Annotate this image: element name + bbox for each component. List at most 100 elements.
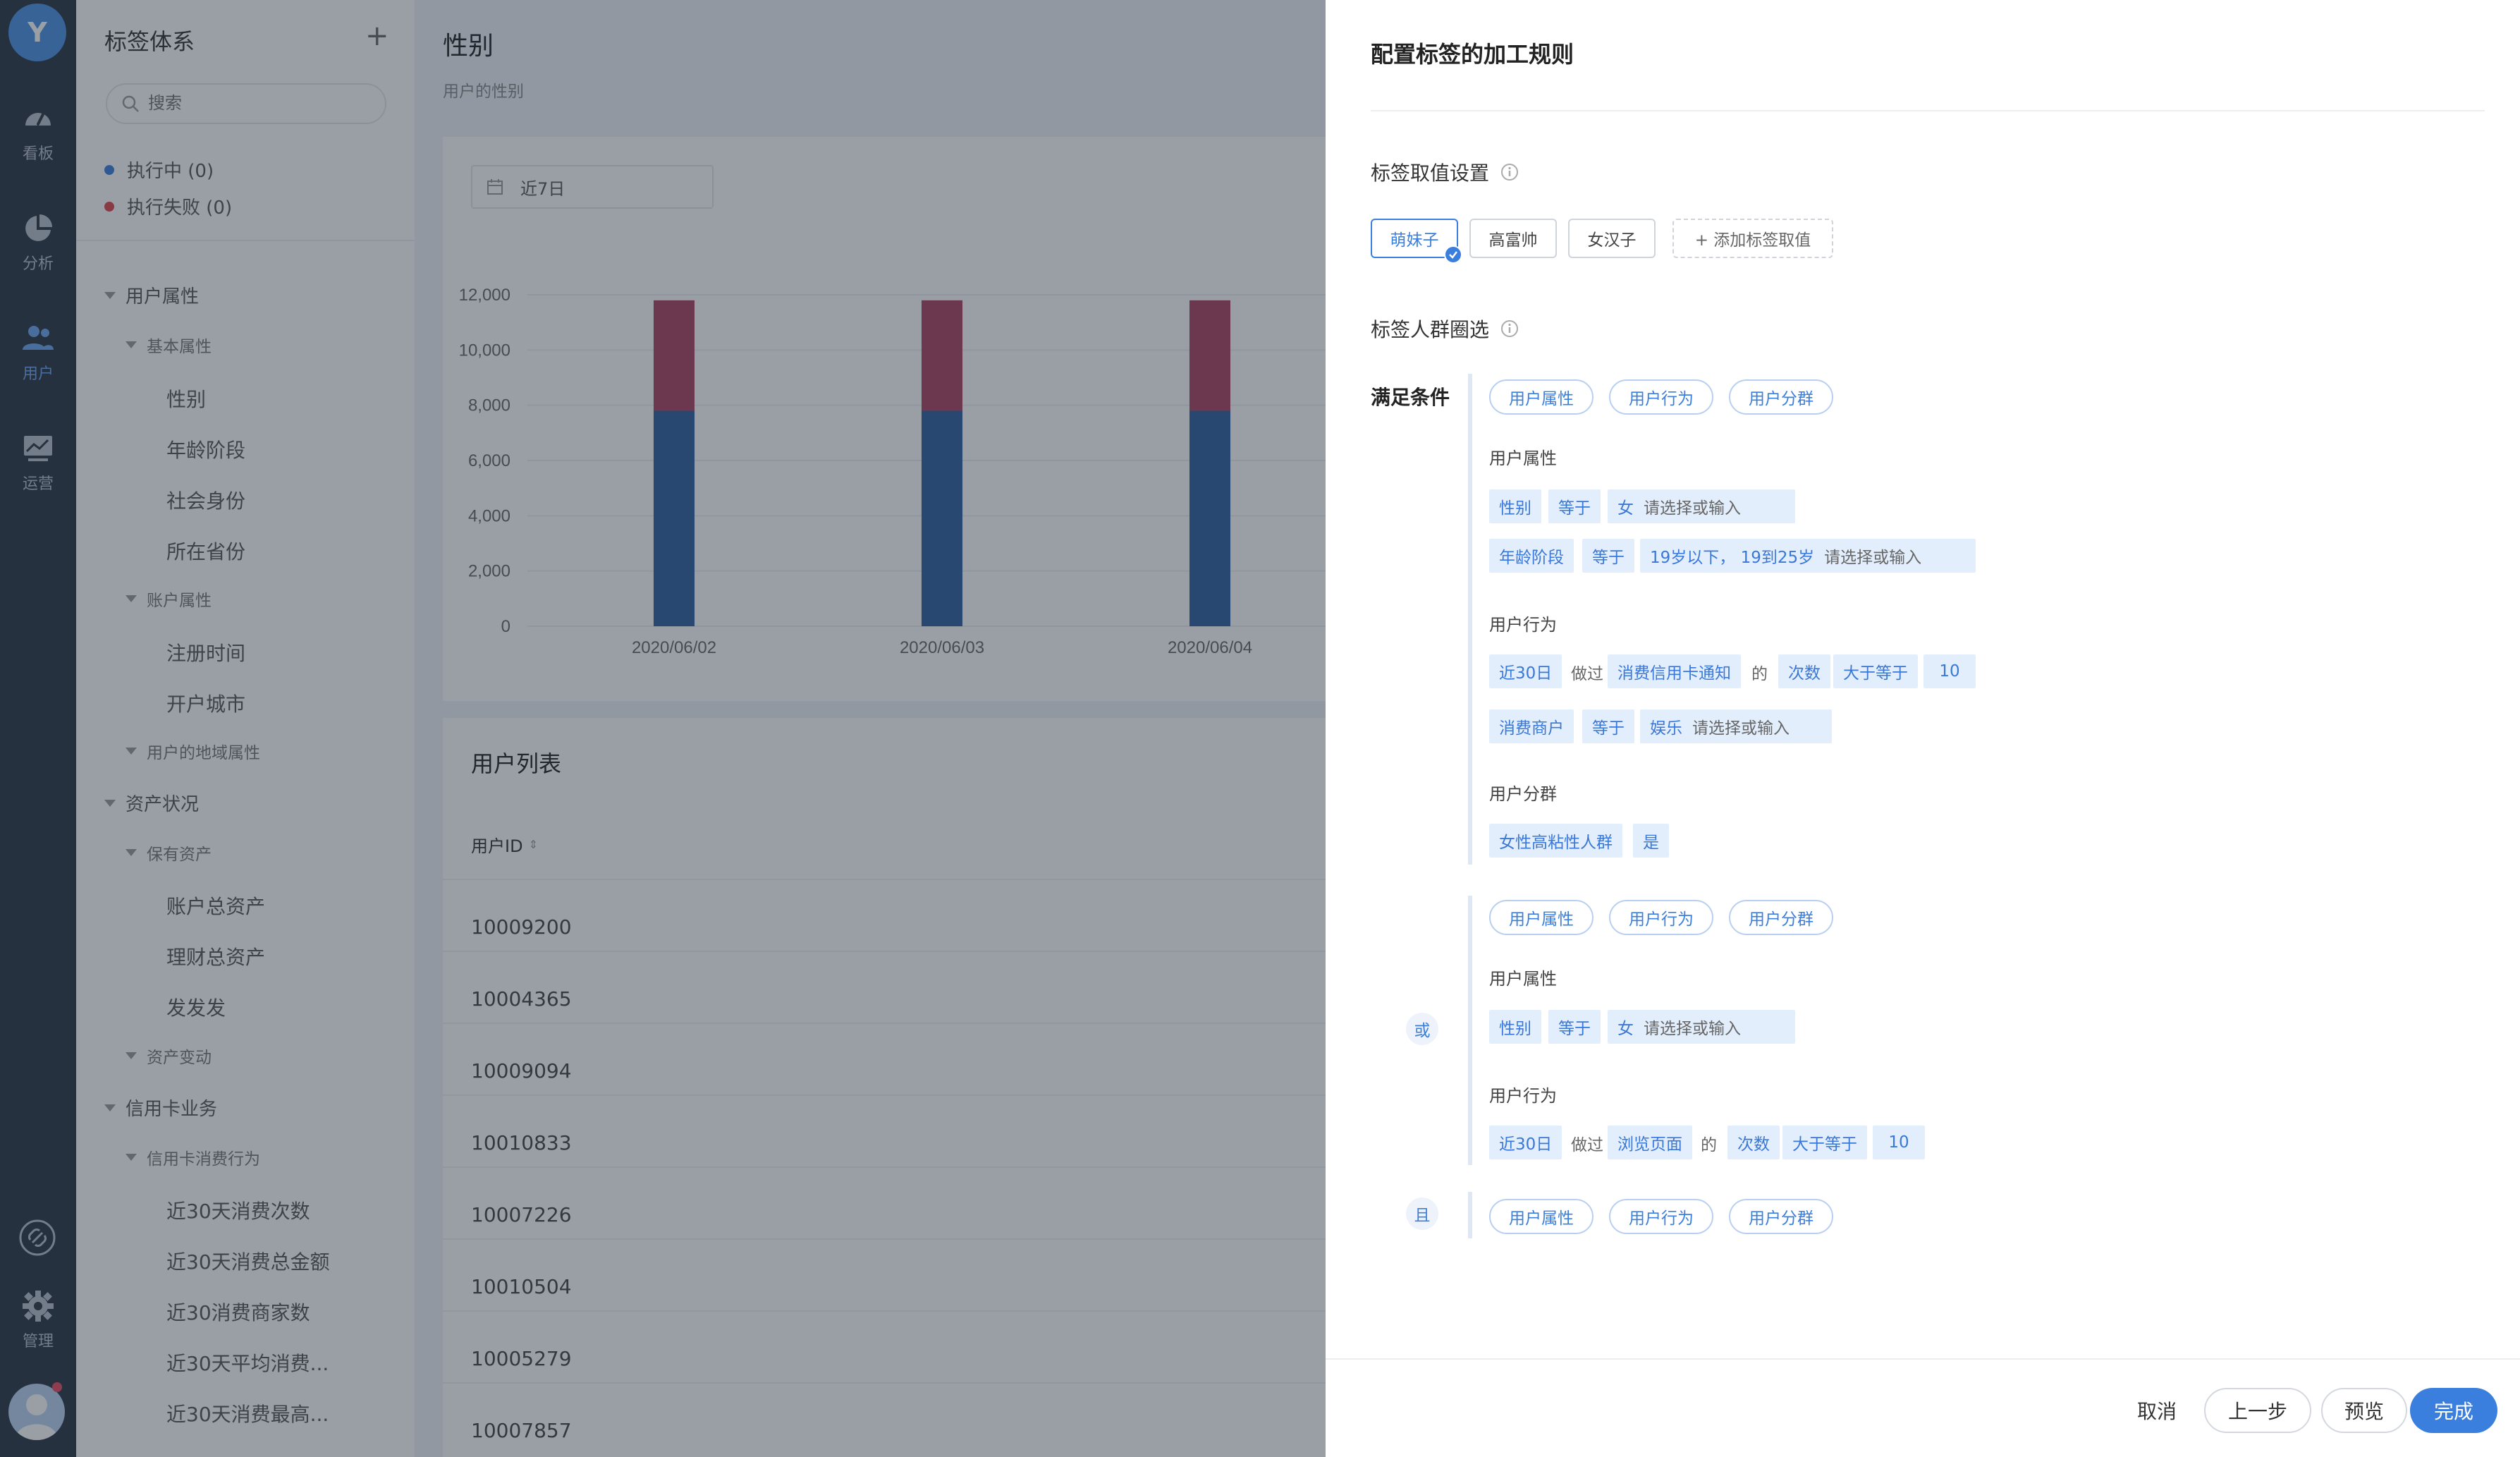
info-icon[interactable] <box>1500 163 1519 181</box>
condition-value[interactable]: 女请选择或输入 <box>1608 1010 1795 1044</box>
group-bar <box>1468 1192 1472 1238</box>
chip-text: 近30日 <box>1499 1135 1553 1154</box>
rule-config-drawer: 配置标签的加工规则 标签取值设置 萌妹子 高富帅 女汉子 + 添加标签取值 标签… <box>1326 0 2520 1457</box>
condition-operator[interactable]: 等于 <box>1582 709 1634 743</box>
behavior-event[interactable]: 消费信用卡通知 <box>1608 654 1741 688</box>
condition-operator[interactable]: 等于 <box>1548 1010 1601 1044</box>
pill-label: 用户属性 <box>1509 910 1574 929</box>
chip-placeholder: 请选择或输入 <box>1692 719 1790 738</box>
logic-label: 且 <box>1414 1207 1431 1225</box>
chip-text: 等于 <box>1592 549 1625 567</box>
pill-label: 用户行为 <box>1629 390 1694 408</box>
pill-label: 用户属性 <box>1509 1209 1574 1228</box>
done-button[interactable]: 完成 <box>2410 1388 2497 1433</box>
group-bar <box>1468 896 1472 1165</box>
chip-placeholder: 请选择或输入 <box>1824 549 1922 567</box>
add-condition-pill[interactable]: 用户分群 <box>1729 1199 1833 1234</box>
drawer-title: 配置标签的加工规则 <box>1371 41 1574 68</box>
section-title: 标签人群圈选 <box>1371 318 1490 341</box>
prev-step-button[interactable]: 上一步 <box>2204 1388 2311 1433</box>
add-condition-pill[interactable]: 用户行为 <box>1609 1199 1713 1234</box>
behavior-number[interactable]: 10 <box>1873 1126 1925 1159</box>
chip-text: 等于 <box>1558 499 1591 518</box>
chip-text: 等于 <box>1592 719 1625 738</box>
pill-label: 用户分群 <box>1749 1209 1813 1228</box>
chip-text: 消费商户 <box>1499 719 1564 738</box>
segment-name[interactable]: 女性高粘性人群 <box>1489 824 1622 858</box>
condition-field[interactable]: 年龄阶段 <box>1489 539 1574 573</box>
chip-text: 性别 <box>1499 499 1531 518</box>
add-condition-pill[interactable]: 用户分群 <box>1729 379 1833 415</box>
chip-text: 年龄阶段 <box>1499 549 1564 567</box>
modal-overlay[interactable] <box>0 0 1326 1457</box>
condition-operator[interactable]: 等于 <box>1582 539 1634 573</box>
value-tag[interactable]: 高富帅 <box>1469 219 1557 258</box>
divider <box>1371 110 2485 111</box>
behavior-number[interactable]: 10 <box>1923 654 1976 688</box>
value-section-label: 标签取值设置 <box>1371 158 1519 186</box>
add-condition-pill[interactable]: 用户行为 <box>1609 900 1713 935</box>
condition-field[interactable]: 性别 <box>1489 1010 1541 1044</box>
cancel-button[interactable]: 取消 <box>2120 1388 2194 1433</box>
condition-operator[interactable]: 等于 <box>1548 489 1601 523</box>
pill-label: 用户行为 <box>1629 1209 1694 1228</box>
chip-text: 娱乐 <box>1650 719 1682 738</box>
behavior-of: 的 <box>1701 1136 1717 1154</box>
chip-text: 性别 <box>1499 1020 1531 1038</box>
pill-label: 用户分群 <box>1749 390 1813 408</box>
condition-label: 满足条件 <box>1371 386 1450 409</box>
value-tag[interactable]: 女汉子 <box>1568 219 1656 258</box>
add-condition-pill[interactable]: 用户属性 <box>1489 379 1594 415</box>
add-value-button[interactable]: + 添加标签取值 <box>1672 219 1833 258</box>
button-label: 完成 <box>2433 1400 2473 1423</box>
behavior-period[interactable]: 近30日 <box>1489 654 1562 688</box>
divider <box>1326 1358 2520 1360</box>
info-icon[interactable] <box>1500 319 1519 338</box>
condition-field[interactable]: 消费商户 <box>1489 709 1574 743</box>
group-behavior-label: 用户行为 <box>1489 1086 1557 1106</box>
behavior-period[interactable]: 近30日 <box>1489 1126 1562 1159</box>
button-label: 预览 <box>2344 1400 2384 1423</box>
section-title: 标签取值设置 <box>1371 161 1490 185</box>
logic-and-toggle[interactable]: 且 <box>1406 1197 1438 1230</box>
value-tag-label: 高富帅 <box>1488 231 1538 250</box>
behavior-did: 做过 <box>1571 665 1603 683</box>
preview-button[interactable]: 预览 <box>2321 1388 2407 1433</box>
behavior-compare[interactable]: 大于等于 <box>1782 1126 1867 1159</box>
logic-label: 或 <box>1414 1022 1431 1040</box>
chip-text: 次数 <box>1737 1135 1770 1154</box>
behavior-metric[interactable]: 次数 <box>1778 654 1830 688</box>
chip-text: 是 <box>1643 834 1659 852</box>
behavior-event[interactable]: 浏览页面 <box>1608 1126 1692 1159</box>
chip-text: 大于等于 <box>1792 1135 1857 1154</box>
pill-label: 用户属性 <box>1509 390 1574 408</box>
group-behavior-label: 用户行为 <box>1489 615 1557 635</box>
add-condition-pill[interactable]: 用户属性 <box>1489 1199 1594 1234</box>
group-bar <box>1468 374 1472 865</box>
condition-value[interactable]: 娱乐 请选择或输入 <box>1640 709 1832 743</box>
behavior-metric[interactable]: 次数 <box>1727 1126 1780 1159</box>
chip-text: 女性高粘性人群 <box>1499 834 1613 852</box>
value-tag-selected[interactable]: 萌妹子 <box>1371 219 1462 264</box>
chip-text: 浏览页面 <box>1617 1135 1682 1154</box>
chip-text: 近30日 <box>1499 664 1553 683</box>
chip-placeholder: 请选择或输入 <box>1644 1020 1741 1038</box>
add-value-label: + 添加标签取值 <box>1694 231 1811 250</box>
condition-field[interactable]: 性别 <box>1489 489 1541 523</box>
chip-placeholder: 请选择或输入 <box>1644 499 1741 518</box>
condition-value[interactable]: 19岁以下， 19到25岁 请选择或输入 <box>1640 539 1976 573</box>
chip-text: 消费信用卡通知 <box>1617 664 1731 683</box>
behavior-of: 的 <box>1751 665 1768 683</box>
condition-value[interactable]: 女请选择或输入 <box>1608 489 1795 523</box>
chip-text: 19岁以下， 19到25岁 <box>1650 549 1815 567</box>
logic-or-toggle[interactable]: 或 <box>1406 1013 1438 1045</box>
add-condition-pill[interactable]: 用户分群 <box>1729 900 1833 935</box>
pill-label: 用户分群 <box>1749 910 1813 929</box>
behavior-compare[interactable]: 大于等于 <box>1833 654 1918 688</box>
value-tag-label: 萌妹子 <box>1390 231 1439 250</box>
segment-value[interactable]: 是 <box>1633 824 1669 858</box>
chip-text: 次数 <box>1788 664 1821 683</box>
button-label: 取消 <box>2136 1400 2177 1423</box>
add-condition-pill[interactable]: 用户属性 <box>1489 900 1594 935</box>
add-condition-pill[interactable]: 用户行为 <box>1609 379 1713 415</box>
